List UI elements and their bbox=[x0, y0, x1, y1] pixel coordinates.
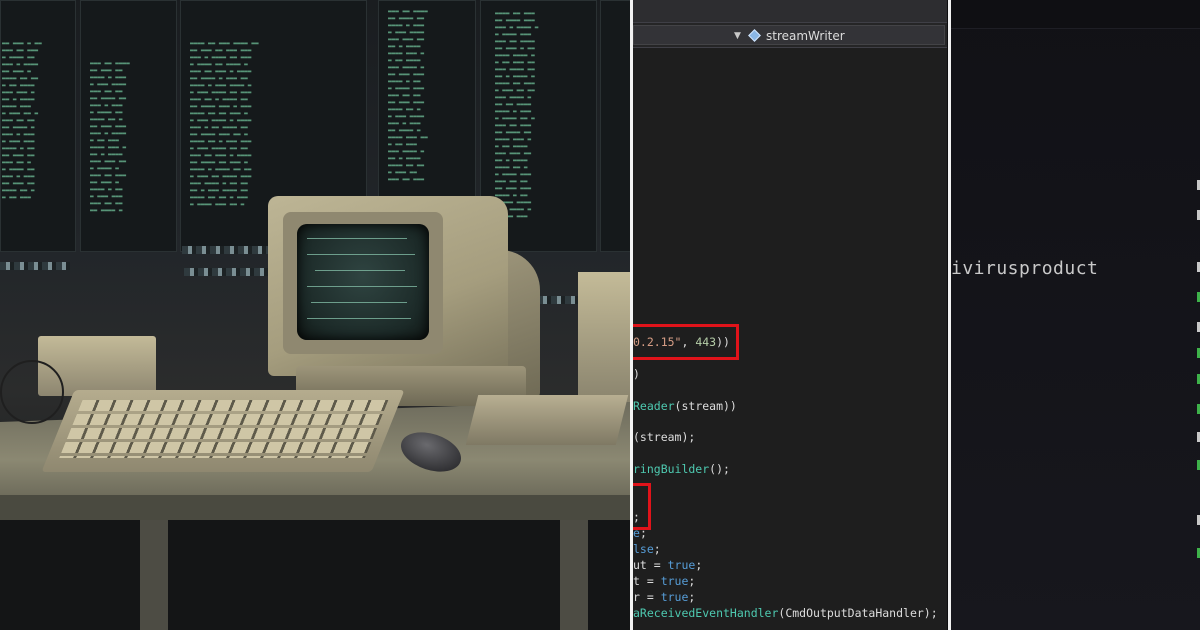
code-line: r = true; bbox=[633, 589, 695, 605]
code-token: t = bbox=[633, 574, 661, 588]
field-icon bbox=[748, 29, 761, 42]
code-token: (stream); bbox=[633, 430, 696, 444]
desk-leg bbox=[140, 520, 168, 630]
code-token: r = bbox=[633, 590, 661, 604]
crt-screen-line bbox=[307, 238, 407, 239]
code-line: aReceivedEventHandler(CmdOutputDataHandl… bbox=[633, 605, 938, 621]
crt-screen-line bbox=[311, 302, 407, 303]
circuit-board bbox=[465, 395, 629, 445]
code-line: t = true; bbox=[633, 573, 695, 589]
code-line: (stream); bbox=[633, 429, 695, 445]
code-token: ; bbox=[688, 574, 696, 588]
code-token: ; bbox=[688, 590, 696, 604]
code-token: Reader bbox=[633, 399, 675, 413]
crt-screen-line bbox=[307, 318, 411, 319]
code-token: (stream)) bbox=[674, 399, 737, 413]
desk-shadow bbox=[0, 520, 630, 630]
code-token: ; bbox=[653, 542, 661, 556]
crt-screen-line bbox=[315, 270, 405, 271]
code-token: ) bbox=[633, 367, 640, 381]
code-line: ringBuilder(); bbox=[633, 461, 730, 477]
keyboard bbox=[41, 390, 405, 472]
crt-screen-line bbox=[307, 286, 417, 287]
cable bbox=[0, 360, 64, 424]
code-line: lse; bbox=[633, 541, 661, 557]
vintage-device-right bbox=[578, 272, 630, 402]
code-token: ringBuilder bbox=[633, 462, 710, 476]
code-token: true bbox=[660, 590, 689, 604]
terminal-output-text: ivirusproduct bbox=[951, 258, 1099, 279]
chevron-down-icon[interactable]: ▼ bbox=[734, 26, 741, 46]
code-token: ; bbox=[695, 558, 703, 572]
rack-status-lights bbox=[0, 262, 70, 270]
code-token: (); bbox=[709, 462, 730, 476]
retro-computer-photo: ▬▬ ▬▬▬ ▬ ▬▬ ▬▬▬ ▬▬ ▬▬▬ ▬ ▬▬▬▬ ▬▬ ▬▬▬ ▬ ▬… bbox=[0, 0, 630, 630]
terminal-panel: ivirusproduct bbox=[951, 0, 1200, 630]
editor-navigation-bar: ▼ streamWriter bbox=[633, 23, 947, 48]
rack-status-lights bbox=[184, 268, 272, 276]
rack-screen-text: ▬▬▬ ▬▬ ▬▬▬▬ ▬▬ ▬▬▬ ▬▬ ▬▬▬▬ ▬ ▬▬▬ ▬ ▬▬▬ ▬… bbox=[90, 60, 130, 214]
crt-screen-line bbox=[307, 254, 415, 255]
code-token: true bbox=[660, 574, 689, 588]
rack-screen-text: ▬▬▬ ▬▬ ▬▬▬▬ ▬▬ ▬▬▬▬ ▬▬ ▬▬▬▬ ▬ ▬▬▬ ▬ ▬▬▬ … bbox=[388, 8, 428, 183]
code-line: ut = true; bbox=[633, 557, 702, 573]
keyboard-keys bbox=[59, 400, 389, 458]
rack-screen-text: ▬▬ ▬▬▬ ▬ ▬▬ ▬▬▬ ▬▬ ▬▬▬ ▬ ▬▬▬▬ ▬▬ ▬▬▬ ▬ ▬… bbox=[2, 40, 42, 201]
code-token: true bbox=[667, 558, 696, 572]
code-token: lse bbox=[633, 542, 654, 556]
member-dropdown-label: streamWriter bbox=[766, 29, 845, 43]
code-line: Reader(stream)) bbox=[633, 398, 737, 414]
code-token: ut = bbox=[633, 558, 668, 572]
editor-title-bar bbox=[633, 0, 947, 23]
server-rack bbox=[600, 0, 630, 252]
terminal-title-bar bbox=[951, 0, 1200, 29]
rack-screen-text: ▬▬▬▬ ▬▬ ▬▬▬ ▬▬ ▬▬▬▬ ▬▬▬ ▬▬▬ ▬ ▬▬▬▬ ▬ ▬ ▬… bbox=[495, 10, 539, 220]
code-line: ) bbox=[633, 366, 640, 382]
desk-leg bbox=[560, 520, 588, 630]
crt-screen bbox=[297, 224, 429, 340]
highlight-box bbox=[633, 483, 651, 530]
code-token: (CmdOutputDataHandler); bbox=[778, 606, 938, 620]
highlight-box bbox=[633, 324, 739, 360]
member-dropdown[interactable]: ▼ streamWriter bbox=[633, 25, 945, 45]
desk-edge bbox=[0, 495, 630, 520]
code-token: aReceivedEventHandler bbox=[633, 606, 779, 620]
code-editor-panel: ▼ streamWriter 0.2.15", 443))) Reader(str… bbox=[633, 0, 947, 630]
